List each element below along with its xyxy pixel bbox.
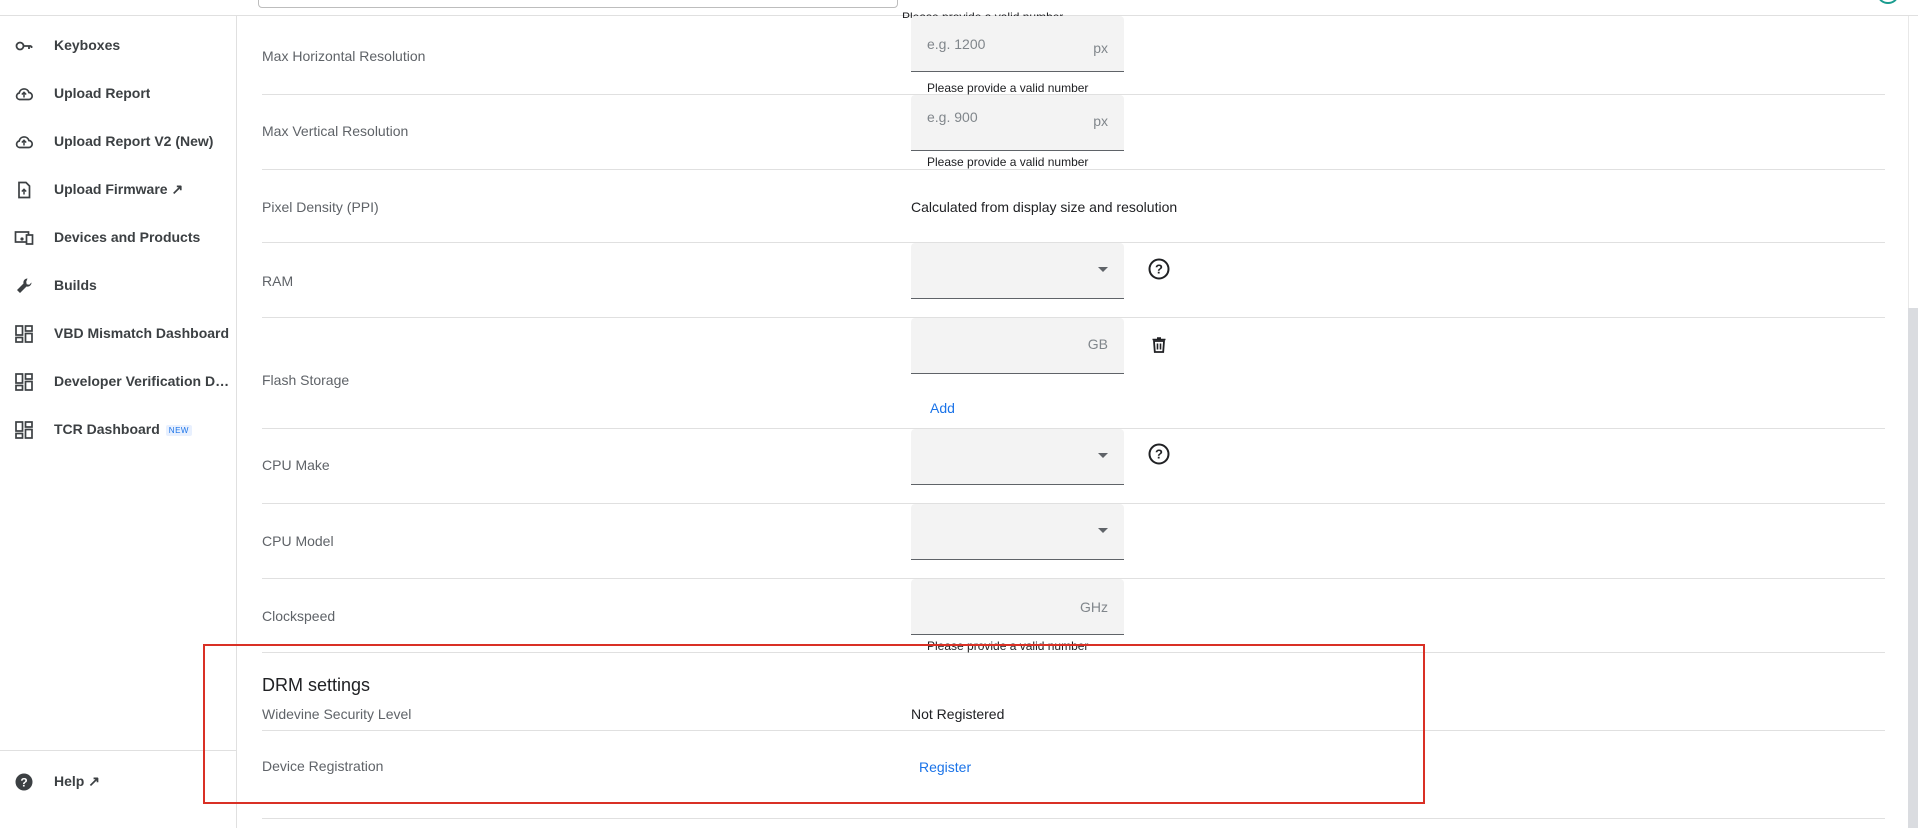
- cloud-upload-icon: [14, 132, 34, 152]
- sidebar-item-label: Devices and Products: [54, 229, 201, 245]
- row-cpu-make: CPU Make ?: [262, 429, 1885, 504]
- field-suffix: GB: [1087, 336, 1108, 352]
- sidebar-item-label: Developer Verification Dashboard: [54, 373, 236, 389]
- dashboard-icon: [14, 420, 34, 440]
- field-hint: Please provide a valid number: [927, 639, 1089, 653]
- field-suffix: GHz: [1080, 599, 1108, 615]
- wrench-icon: [14, 276, 34, 296]
- field-label: Max Vertical Resolution: [262, 123, 409, 139]
- help-icon[interactable]: ?: [1148, 443, 1170, 465]
- sidebar-item-label-text: TCR Dashboard: [54, 421, 160, 437]
- field-label: CPU Model: [262, 533, 334, 549]
- cpu-model-select[interactable]: [911, 504, 1124, 560]
- sidebar-item-developer-verification-dashboard[interactable]: Developer Verification Dashboard: [0, 358, 236, 406]
- sidebar-item-devices-and-products[interactable]: Devices and Products: [0, 214, 236, 262]
- svg-text:?: ?: [1155, 262, 1163, 277]
- field-hint: Please provide a valid number: [927, 81, 1089, 95]
- cloud-upload-icon: [14, 84, 34, 104]
- field-label: Pixel Density (PPI): [262, 199, 379, 215]
- register-device-button[interactable]: Register: [919, 759, 971, 775]
- sidebar-item-label: Upload Report V2 (New): [54, 133, 214, 149]
- row-ram: RAM ?: [262, 243, 1885, 318]
- svg-text:?: ?: [20, 776, 27, 790]
- account-avatar[interactable]: [1878, 0, 1898, 4]
- cpu-make-select[interactable]: [911, 429, 1124, 485]
- sidebar-item-label: VBD Mismatch Dashboard: [54, 325, 230, 341]
- flash-storage-input[interactable]: GB: [911, 318, 1124, 374]
- field-suffix: px: [1093, 40, 1108, 56]
- row-max-horizontal-resolution: Max Horizontal Resolution e.g. 1200 px P…: [262, 16, 1885, 95]
- dashboard-icon: [14, 324, 34, 344]
- row-pixel-density: Pixel Density (PPI) Calculated from disp…: [262, 170, 1885, 243]
- sidebar-item-label: Upload Report: [54, 85, 151, 101]
- chevron-down-icon: [1098, 453, 1108, 458]
- row-max-vertical-resolution: Max Vertical Resolution e.g. 900 px Plea…: [262, 95, 1885, 170]
- max-vertical-resolution-input[interactable]: e.g. 900 px: [911, 95, 1124, 151]
- sidebar-divider: [0, 750, 236, 751]
- field-placeholder: e.g. 900: [927, 109, 978, 125]
- sidebar-nav: Keyboxes Upload Report Upload Report V2 …: [0, 16, 237, 828]
- row-widevine-security-level: Widevine Security Level Not Registered: [262, 706, 1885, 731]
- row-cpu-model: CPU Model: [262, 504, 1885, 579]
- sidebar-item-keyboxes[interactable]: Keyboxes: [0, 22, 236, 70]
- sidebar-item-label: Upload Firmware ↗: [54, 181, 184, 197]
- sidebar-item-label: Help ↗: [54, 773, 100, 789]
- field-label: Device Registration: [262, 758, 384, 774]
- field-label: CPU Make: [262, 457, 330, 473]
- sidebar-item-tcr-dashboard[interactable]: TCR Dashboard NEW: [0, 406, 236, 454]
- field-label: RAM: [262, 273, 294, 289]
- key-icon: [14, 36, 34, 56]
- drm-settings-title: DRM settings: [262, 675, 371, 695]
- row-device-registration: Device Registration Register: [262, 731, 1885, 819]
- sidebar-item-upload-firmware[interactable]: Upload Firmware ↗: [0, 166, 236, 214]
- sidebar-item-upload-report[interactable]: Upload Report: [0, 70, 236, 118]
- add-flash-storage-button[interactable]: Add: [930, 400, 955, 416]
- field-suffix: px: [1093, 113, 1108, 129]
- field-label: Flash Storage: [262, 372, 350, 388]
- device-form: Please provide a valid number Max Horizo…: [237, 10, 1890, 828]
- delete-icon[interactable]: [1149, 335, 1169, 355]
- svg-text:?: ?: [1155, 447, 1163, 462]
- sidebar-item-vbd-mismatch-dashboard[interactable]: VBD Mismatch Dashboard: [0, 310, 236, 358]
- clockspeed-input[interactable]: GHz: [911, 579, 1124, 635]
- row-flash-storage: Flash Storage GB Add: [262, 318, 1885, 429]
- scrollbar-thumb[interactable]: [1908, 308, 1918, 828]
- field-label: Clockspeed: [262, 608, 336, 624]
- field-hint: Please provide a valid number: [927, 155, 1089, 169]
- sidebar-item-label: Builds: [54, 277, 97, 293]
- help-circle-icon: ?: [14, 772, 34, 792]
- chevron-down-icon: [1098, 528, 1108, 533]
- field-label: Max Horizontal Resolution: [262, 48, 426, 64]
- ppi-value: Calculated from display size and resolut…: [911, 199, 1178, 215]
- sidebar-item-label: TCR Dashboard NEW: [54, 421, 192, 437]
- help-icon[interactable]: ?: [1148, 258, 1170, 280]
- widevine-status-value: Not Registered: [911, 706, 1005, 722]
- devices-icon: [14, 228, 34, 248]
- sidebar-item-builds[interactable]: Builds: [0, 262, 236, 310]
- search-input[interactable]: [258, 0, 898, 8]
- sidebar-item-help[interactable]: ? Help ↗: [0, 758, 236, 806]
- sidebar-item-label: Keyboxes: [54, 37, 121, 53]
- file-upload-icon: [14, 180, 34, 200]
- ram-select[interactable]: [911, 243, 1124, 299]
- max-horizontal-resolution-input[interactable]: e.g. 1200 px: [911, 16, 1124, 72]
- field-placeholder: e.g. 1200: [927, 36, 986, 52]
- row-clockspeed: Clockspeed GHz Please provide a valid nu…: [262, 579, 1885, 653]
- new-badge: NEW: [165, 424, 192, 436]
- dashboard-icon: [14, 372, 34, 392]
- chevron-down-icon: [1098, 267, 1108, 272]
- sidebar-item-upload-report-v2[interactable]: Upload Report V2 (New): [0, 118, 236, 166]
- field-label: Widevine Security Level: [262, 706, 412, 722]
